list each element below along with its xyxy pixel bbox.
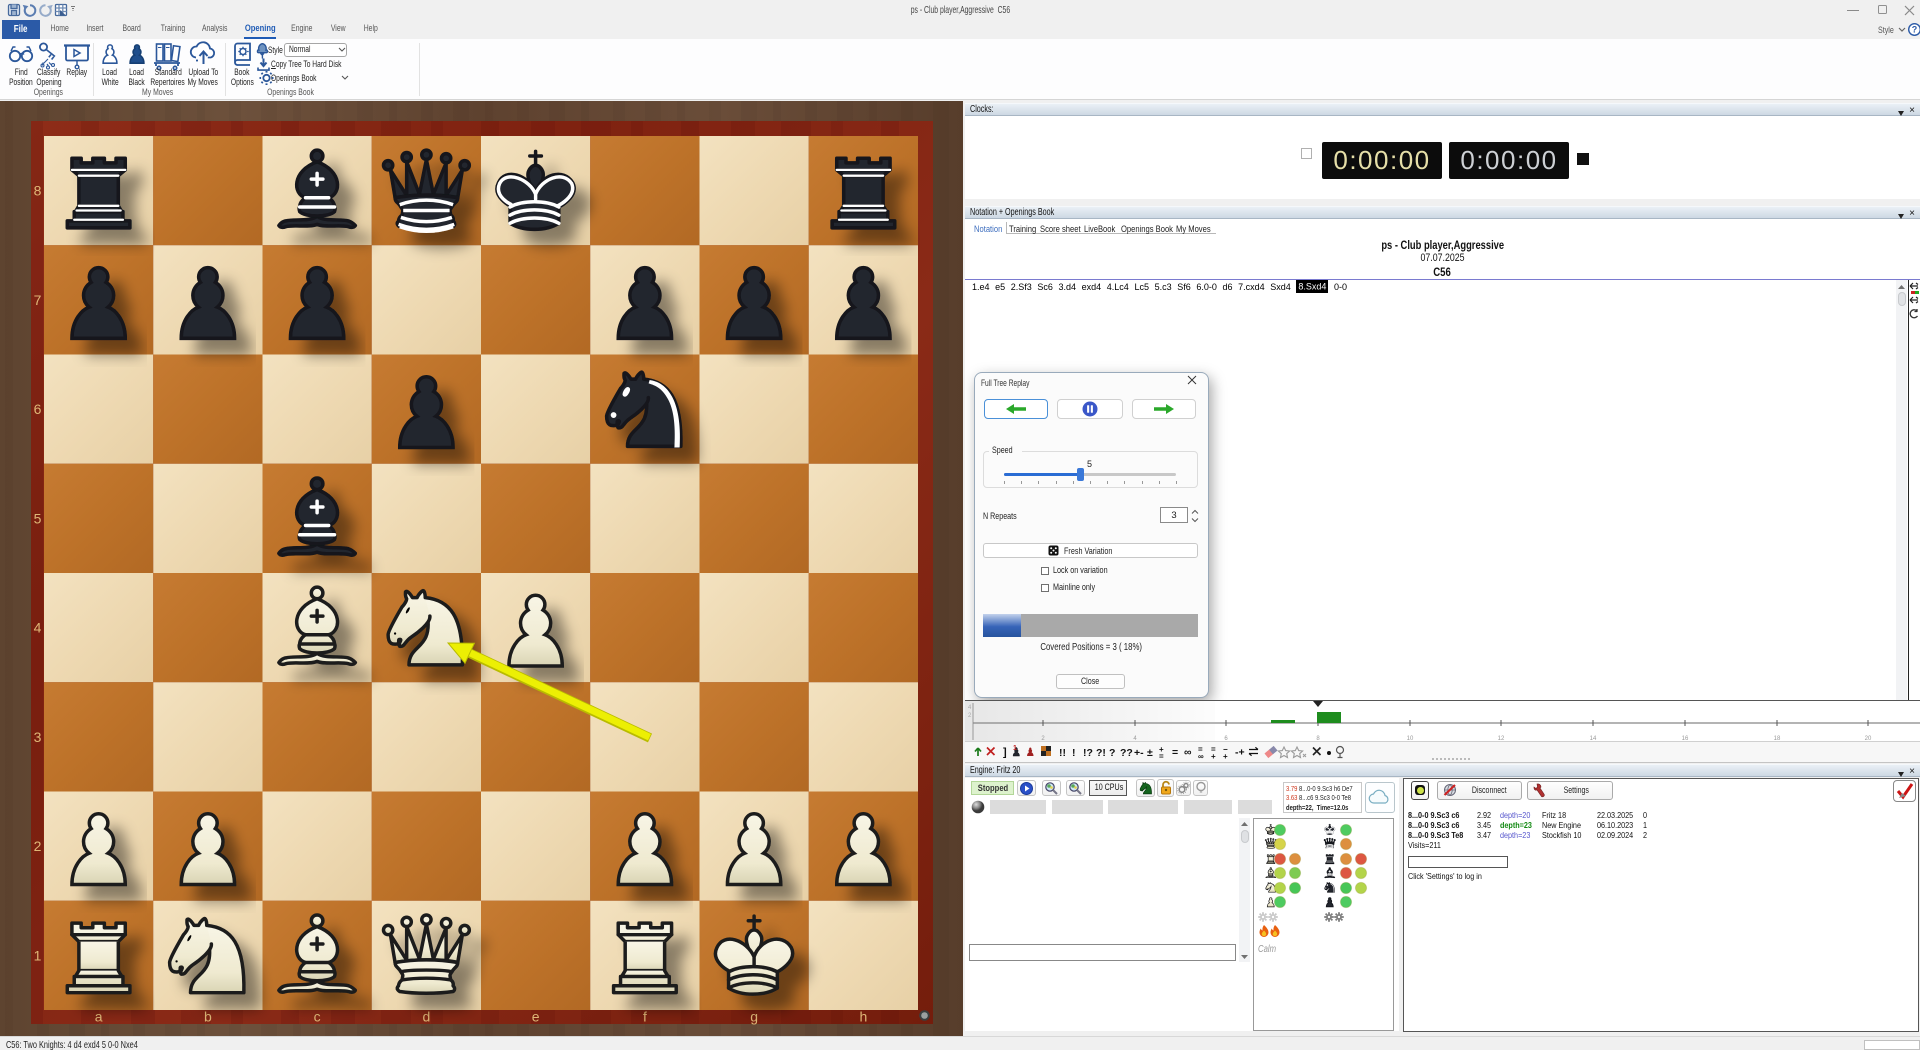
svg-text:=: = xyxy=(1172,747,1178,759)
svg-text:e: e xyxy=(532,1009,540,1025)
svg-text:Calm: Calm xyxy=(1258,943,1276,955)
svg-text:+-: +- xyxy=(1134,747,1144,759)
svg-text:=: = xyxy=(1159,752,1164,761)
svg-text:!?: !? xyxy=(1083,747,1093,759)
svg-text:+: + xyxy=(1223,752,1228,761)
svg-text:h: h xyxy=(860,1009,868,1025)
svg-text:?: ? xyxy=(1912,25,1918,35)
svg-text:-+: -+ xyxy=(1235,747,1245,759)
svg-text:?: ? xyxy=(1109,747,1115,759)
svg-text:+: + xyxy=(1211,752,1216,761)
svg-text:?!: ?! xyxy=(1096,747,1106,759)
svg-text:1: 1 xyxy=(34,947,42,963)
svg-text:7: 7 xyxy=(34,292,42,308)
svg-text:]: ] xyxy=(1003,747,1007,759)
svg-text:8: 8 xyxy=(34,183,42,199)
svg-text:g: g xyxy=(750,1009,758,1025)
svg-text:5: 5 xyxy=(34,510,42,526)
svg-text:!!: !! xyxy=(1059,747,1066,759)
svg-text:a: a xyxy=(95,1009,103,1025)
svg-text:!: ! xyxy=(1072,747,1076,759)
svg-text:1: 1 xyxy=(1013,745,1017,752)
svg-text:4: 4 xyxy=(968,705,972,711)
svg-text:6: 6 xyxy=(34,401,42,417)
svg-text:4: 4 xyxy=(34,620,42,636)
svg-text:∞: ∞ xyxy=(1198,752,1204,761)
svg-text:2: 2 xyxy=(968,713,972,719)
svg-text:??: ?? xyxy=(1120,747,1133,759)
svg-text:3: 3 xyxy=(34,729,42,745)
svg-text:f: f xyxy=(643,1009,647,1025)
svg-text:b: b xyxy=(204,1009,212,1025)
svg-text:d: d xyxy=(423,1009,431,1025)
svg-text:±: ± xyxy=(1147,747,1153,759)
svg-text:c: c xyxy=(314,1009,321,1025)
svg-text:∞: ∞ xyxy=(1184,747,1192,759)
svg-text:2: 2 xyxy=(34,838,42,854)
